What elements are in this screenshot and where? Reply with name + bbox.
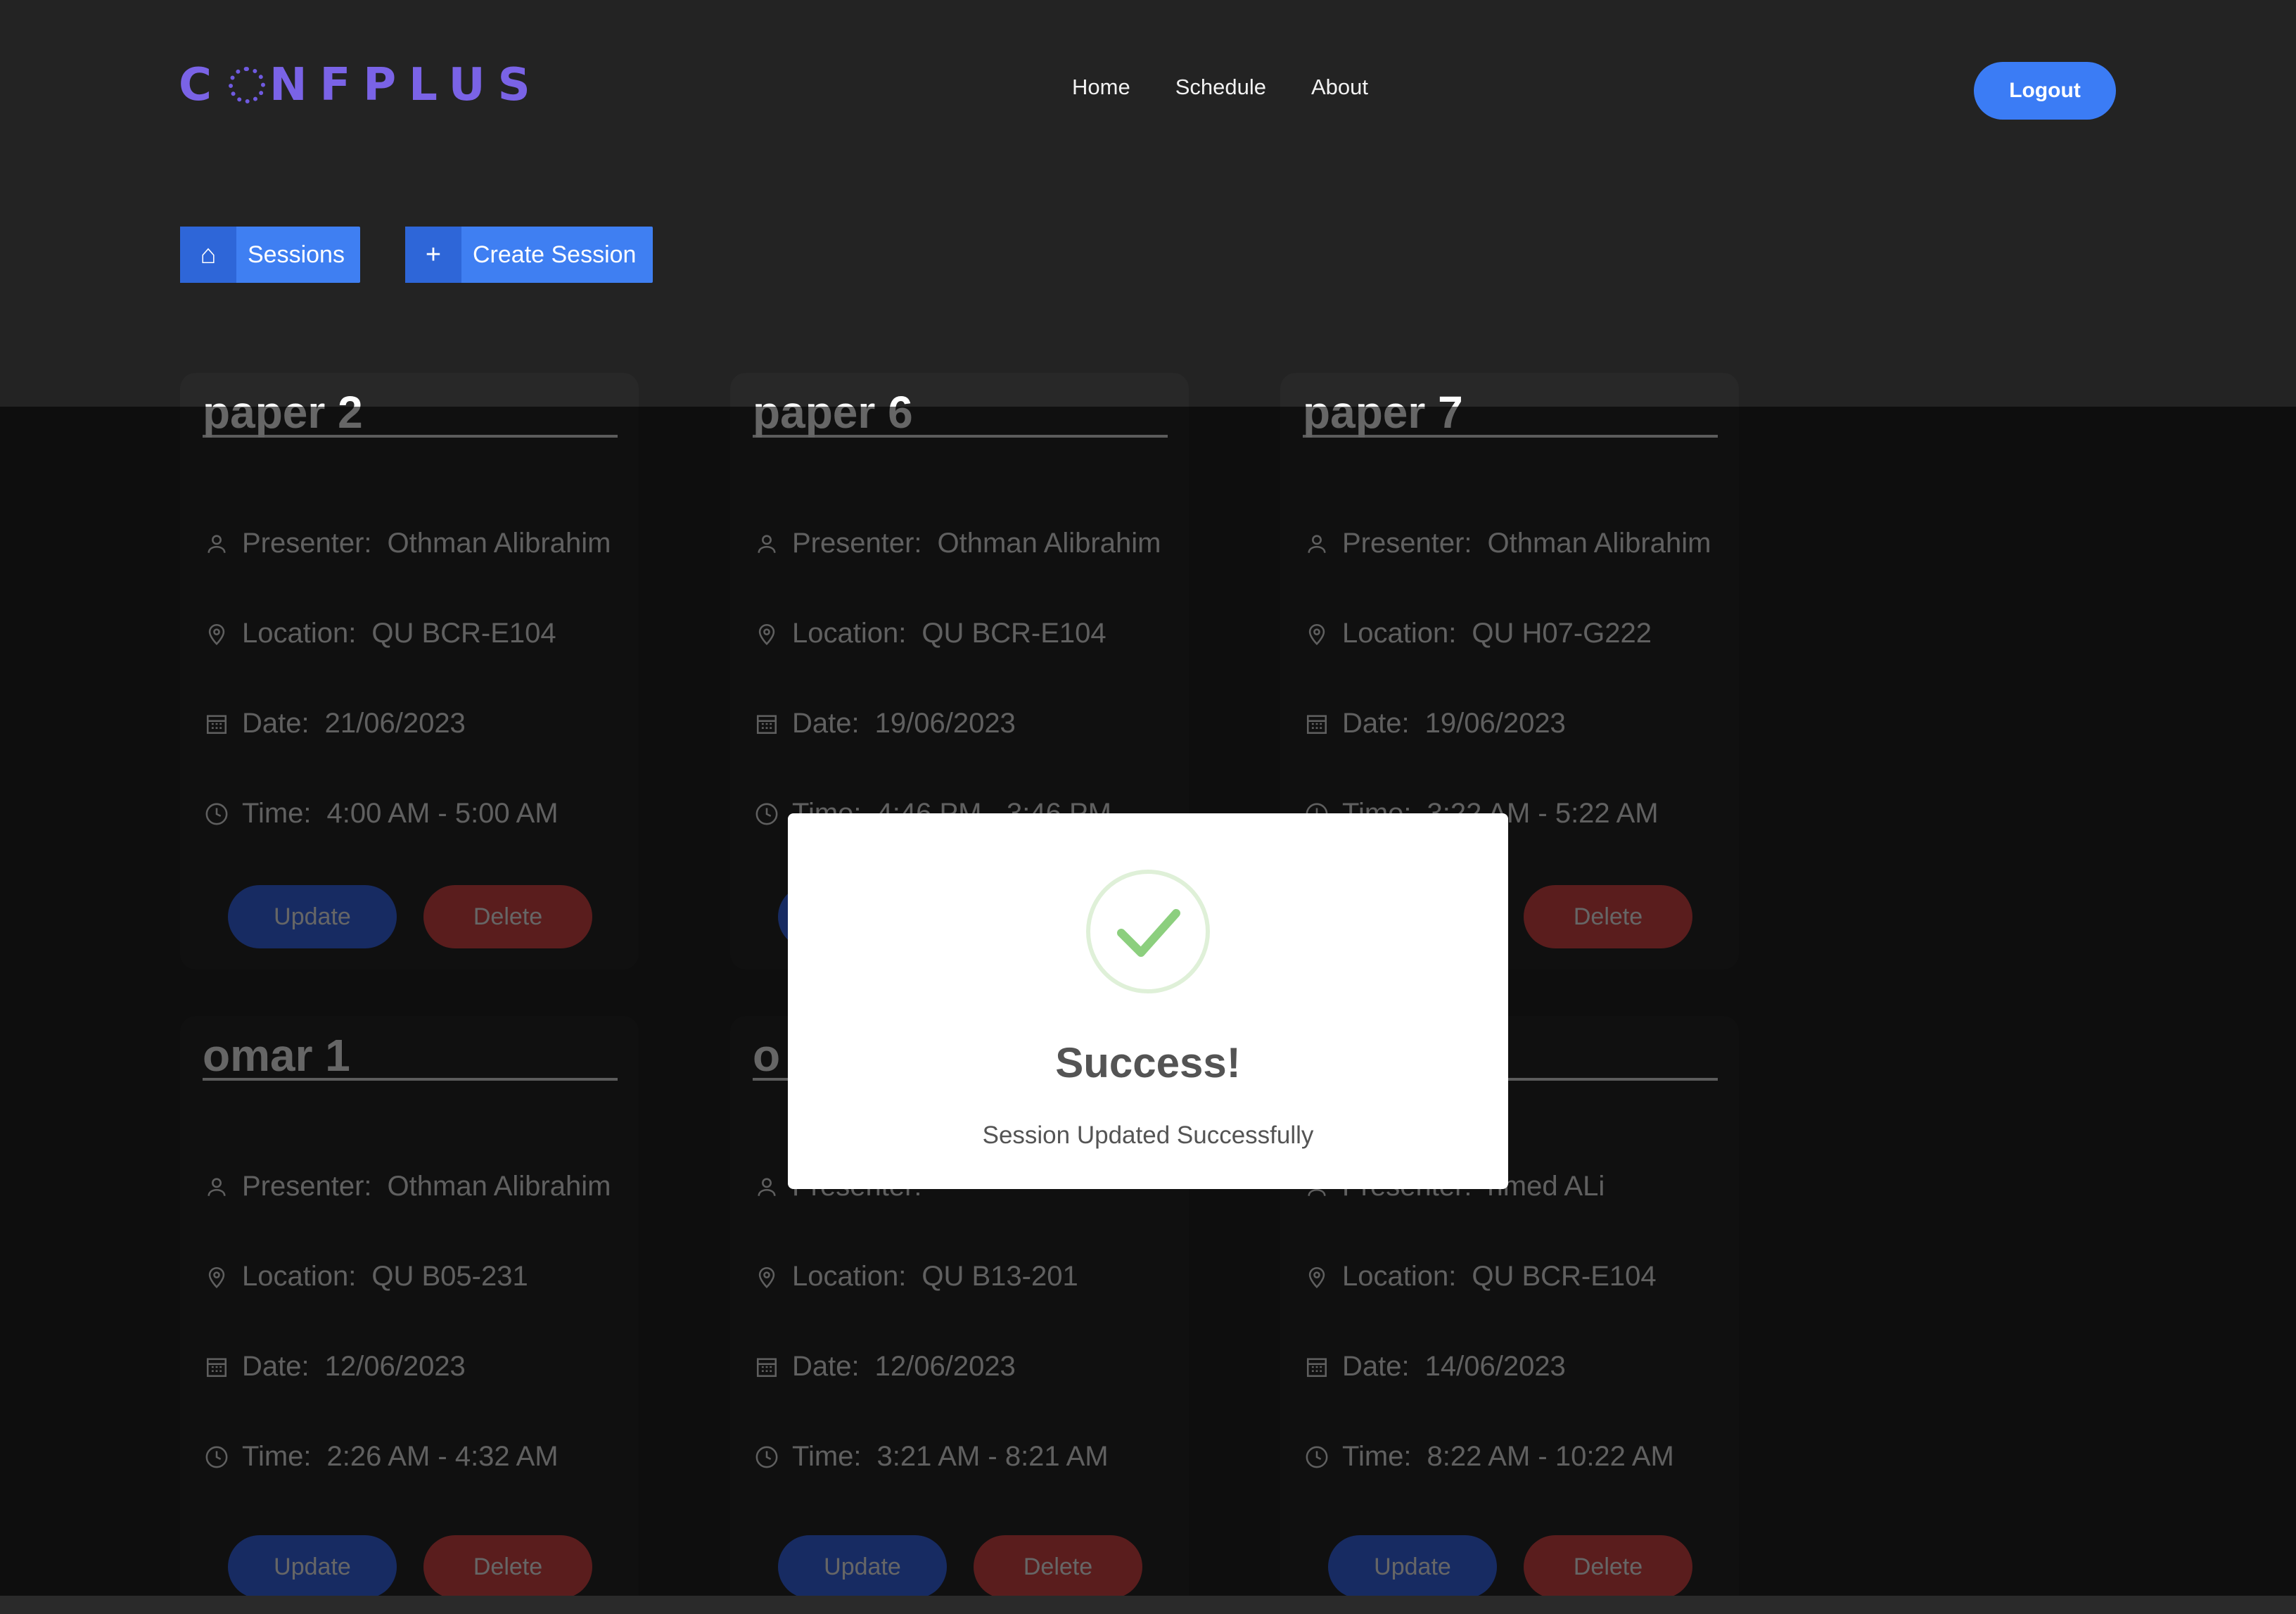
logo-gear-icon — [228, 67, 265, 103]
home-icon: ⌂ — [180, 227, 236, 283]
page-footer-strip — [0, 1596, 2296, 1614]
main-nav: Home Schedule About — [1072, 75, 1368, 100]
modal-message: Session Updated Successfully — [982, 1121, 1314, 1149]
logo-text-left: C — [179, 59, 224, 111]
logout-button[interactable]: Logout — [1974, 62, 2116, 120]
success-check-icon — [1086, 870, 1210, 993]
create-session-button[interactable]: + Create Session — [405, 227, 653, 283]
create-session-label: Create Session — [473, 241, 637, 268]
modal-title: Success! — [1055, 1039, 1241, 1086]
nav-home[interactable]: Home — [1072, 75, 1130, 100]
nav-schedule[interactable]: Schedule — [1175, 75, 1266, 100]
sessions-label: Sessions — [248, 241, 345, 268]
sessions-button[interactable]: ⌂ Sessions — [180, 227, 360, 283]
nav-about[interactable]: About — [1311, 75, 1368, 100]
brand-logo[interactable]: C NFPLUS — [179, 59, 543, 111]
logo-text-right: NFPLUS — [269, 59, 543, 111]
success-modal: Success! Session Updated Successfully — [788, 813, 1508, 1189]
plus-icon: + — [405, 227, 461, 283]
header: C NFPLUS Home Schedule About Logout ⌂ Se… — [0, 0, 2296, 407]
